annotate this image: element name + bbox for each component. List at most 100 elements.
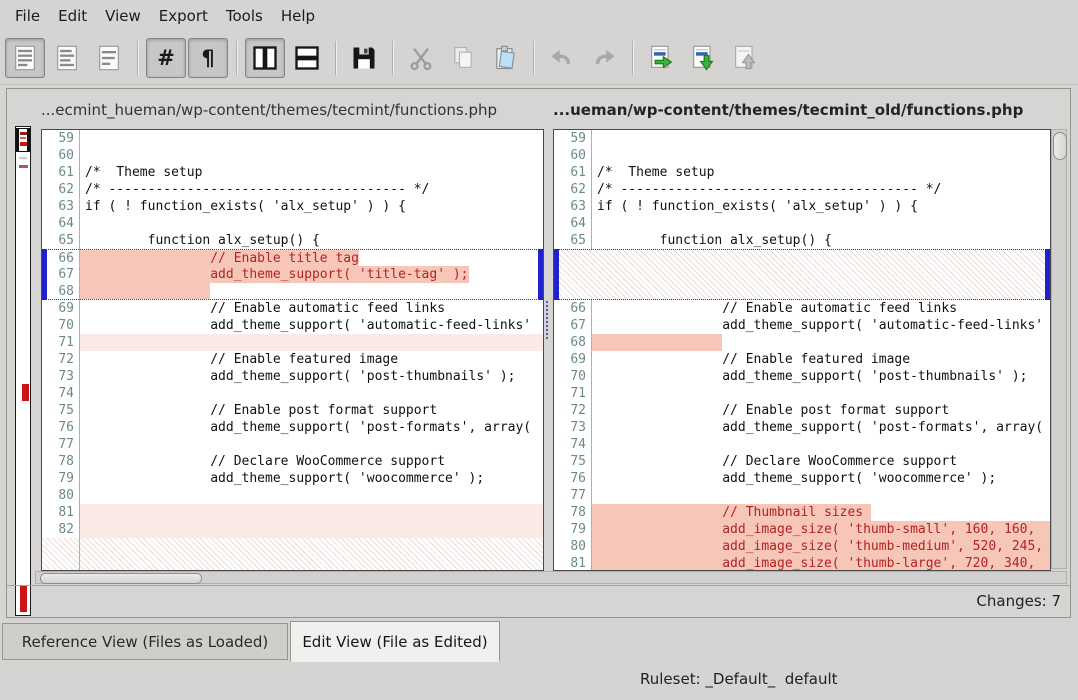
code-line[interactable]: 67 add_theme_support( 'automatic-feed-li…: [554, 317, 1050, 334]
code-line[interactable]: 79 add_image_size( 'thumb-small', 160, 1…: [554, 521, 1050, 538]
menu-item-help[interactable]: Help: [272, 0, 324, 32]
copy-button[interactable]: [443, 38, 483, 78]
code-line[interactable]: 80 add_image_size( 'thumb-medium', 520, …: [554, 538, 1050, 555]
code-line[interactable]: 73 add_theme_support( 'post-formats', ar…: [554, 419, 1050, 436]
menu-item-file[interactable]: File: [6, 0, 49, 32]
code-line[interactable]: 61/* Theme setup: [554, 164, 1050, 181]
redo-button[interactable]: [584, 38, 624, 78]
footer: Ruleset: _Default_ default: [0, 668, 1078, 700]
code-line[interactable]: 59: [554, 130, 1050, 147]
overview-map[interactable]: [15, 126, 31, 616]
line-number: 79: [42, 470, 80, 487]
vertical-scrollbar[interactable]: [1051, 129, 1067, 569]
horizontal-scrollbar-thumb[interactable]: [40, 573, 202, 584]
code-line[interactable]: 70 add_theme_support( 'automatic-feed-li…: [42, 317, 543, 334]
code-line[interactable]: 65 function alx_setup() {: [42, 232, 543, 249]
code-line[interactable]: 72 // Enable post format support: [554, 402, 1050, 419]
code-string: /* -------------------------------------…: [597, 182, 941, 197]
code-string: add_image_size( 'thumb-medium', 520, 245…: [597, 539, 1043, 554]
code-string: // Declare WooCommerce support: [597, 454, 957, 469]
code-string: // Thumbnail sizes: [597, 505, 863, 520]
code-line[interactable]: 66 // Enable automatic feed links: [554, 300, 1050, 317]
code-line[interactable]: 59: [42, 130, 543, 147]
diff-highlight: [80, 283, 210, 299]
code-line[interactable]: 68: [42, 283, 543, 300]
code-text: [80, 283, 543, 299]
overview-change-mark: [22, 384, 29, 401]
overview-change-mark: [20, 142, 27, 146]
split-vertical-icon: [251, 44, 279, 72]
view-context-lines-button[interactable]: [47, 38, 87, 78]
code-line[interactable]: 74: [42, 385, 543, 402]
code-line[interactable]: 82: [42, 521, 543, 538]
diff-highlight: [80, 504, 543, 521]
code-line[interactable]: 66 // Enable title tag: [42, 249, 543, 266]
menu-item-view[interactable]: View: [96, 0, 150, 32]
code-line[interactable]: 62/* -----------------------------------…: [554, 181, 1050, 198]
code-text: [592, 487, 1050, 504]
code-line[interactable]: 75 // Declare WooCommerce support: [554, 453, 1050, 470]
code-line[interactable]: 70 add_theme_support( 'post-thumbnails' …: [554, 368, 1050, 385]
undo-button[interactable]: [542, 38, 582, 78]
overview-viewport-indicator[interactable]: [16, 128, 30, 152]
code-line[interactable]: 63if ( ! function_exists( 'alx_setup' ) …: [554, 198, 1050, 215]
tab-bar: Reference View (Files as Loaded)Edit Vie…: [0, 618, 1078, 664]
vertical-scrollbar-thumb[interactable]: [1053, 132, 1067, 160]
copy-block-down-button[interactable]: [683, 38, 723, 78]
view-full-files-button[interactable]: [5, 38, 45, 78]
code-line[interactable]: 64: [42, 215, 543, 232]
code-line[interactable]: 60: [42, 147, 543, 164]
code-line[interactable]: 81 add_image_size( 'thumb-large', 720, 3…: [554, 555, 1050, 571]
toggle-line-numbers-button[interactable]: #: [146, 38, 186, 78]
code-line[interactable]: 76 add_theme_support( 'post-formats', ar…: [42, 419, 543, 436]
line-number: 71: [42, 334, 80, 351]
code-string: // Enable featured image: [597, 352, 910, 367]
copy-block-right-button[interactable]: [641, 38, 681, 78]
scissors-icon: [407, 44, 435, 72]
code-line[interactable]: 80: [42, 487, 543, 504]
code-line[interactable]: 71: [554, 385, 1050, 402]
code-line[interactable]: 78 // Declare WooCommerce support: [42, 453, 543, 470]
code-line[interactable]: 65 function alx_setup() {: [554, 232, 1050, 249]
code-line[interactable]: 77: [554, 487, 1050, 504]
tab-edit-view[interactable]: Edit View (File as Edited): [290, 621, 500, 662]
code-line[interactable]: 76 add_theme_support( 'woocommerce' );: [554, 470, 1050, 487]
menu-item-export[interactable]: Export: [150, 0, 217, 32]
code-line[interactable]: 63if ( ! function_exists( 'alx_setup' ) …: [42, 198, 543, 215]
line-number: 74: [42, 385, 80, 402]
code-text: [80, 521, 543, 538]
code-text: add_image_size( 'thumb-medium', 520, 245…: [592, 538, 1050, 555]
code-line[interactable]: 68: [554, 334, 1050, 351]
code-line[interactable]: 81: [42, 504, 543, 521]
code-line[interactable]: 78 // Thumbnail sizes: [554, 504, 1050, 521]
code-line[interactable]: 62/* -----------------------------------…: [42, 181, 543, 198]
code-line[interactable]: 69 // Enable featured image: [554, 351, 1050, 368]
layout-side-by-side-button[interactable]: [245, 38, 285, 78]
code-line[interactable]: 79 add_theme_support( 'woocommerce' );: [42, 470, 543, 487]
code-text: [592, 436, 1050, 453]
code-line[interactable]: 77: [42, 436, 543, 453]
code-line[interactable]: 74: [554, 436, 1050, 453]
code-line[interactable]: 67 add_theme_support( 'title-tag' );: [42, 266, 543, 283]
view-diffs-only-button[interactable]: [89, 38, 129, 78]
code-line[interactable]: 61/* Theme setup: [42, 164, 543, 181]
code-line[interactable]: 71: [42, 334, 543, 351]
code-line[interactable]: 60: [554, 147, 1050, 164]
code-string: add_theme_support( 'title-tag' );: [85, 267, 469, 282]
toggle-whitespace-button[interactable]: ¶: [188, 38, 228, 78]
code-text: /* -------------------------------------…: [80, 181, 543, 198]
copy-block-up-button[interactable]: [725, 38, 765, 78]
save-button[interactable]: [344, 38, 384, 78]
code-line[interactable]: 75 // Enable post format support: [42, 402, 543, 419]
code-line[interactable]: 72 // Enable featured image: [42, 351, 543, 368]
horizontal-scrollbar[interactable]: [35, 571, 1067, 584]
menu-item-tools[interactable]: Tools: [217, 0, 272, 32]
tab-reference-view[interactable]: Reference View (Files as Loaded): [2, 623, 288, 660]
menu-item-edit[interactable]: Edit: [49, 0, 96, 32]
code-line[interactable]: 64: [554, 215, 1050, 232]
paste-button[interactable]: [485, 38, 525, 78]
cut-button[interactable]: [401, 38, 441, 78]
layout-stacked-button[interactable]: [287, 38, 327, 78]
code-line[interactable]: 69 // Enable automatic feed links: [42, 300, 543, 317]
code-line[interactable]: 73 add_theme_support( 'post-thumbnails' …: [42, 368, 543, 385]
